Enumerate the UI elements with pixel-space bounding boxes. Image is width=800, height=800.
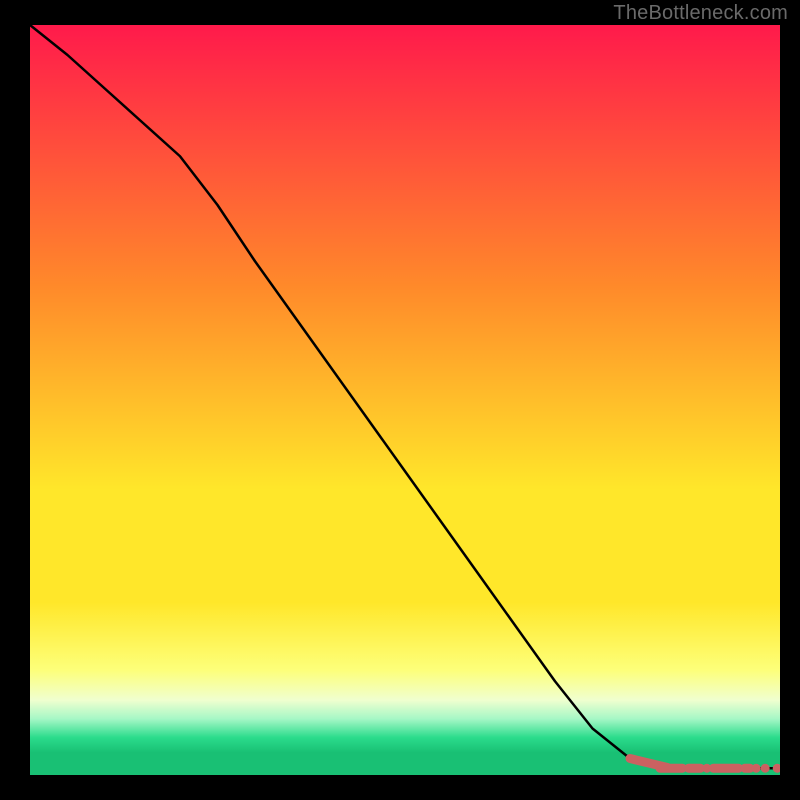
- plot-svg: [30, 25, 780, 775]
- chart-stage: TheBottleneck.com: [0, 0, 800, 800]
- marker-dot: [761, 764, 770, 773]
- plot-area: [30, 25, 780, 775]
- plot-background: [30, 25, 780, 775]
- marker-dot: [752, 764, 761, 773]
- attribution-text: TheBottleneck.com: [613, 2, 788, 25]
